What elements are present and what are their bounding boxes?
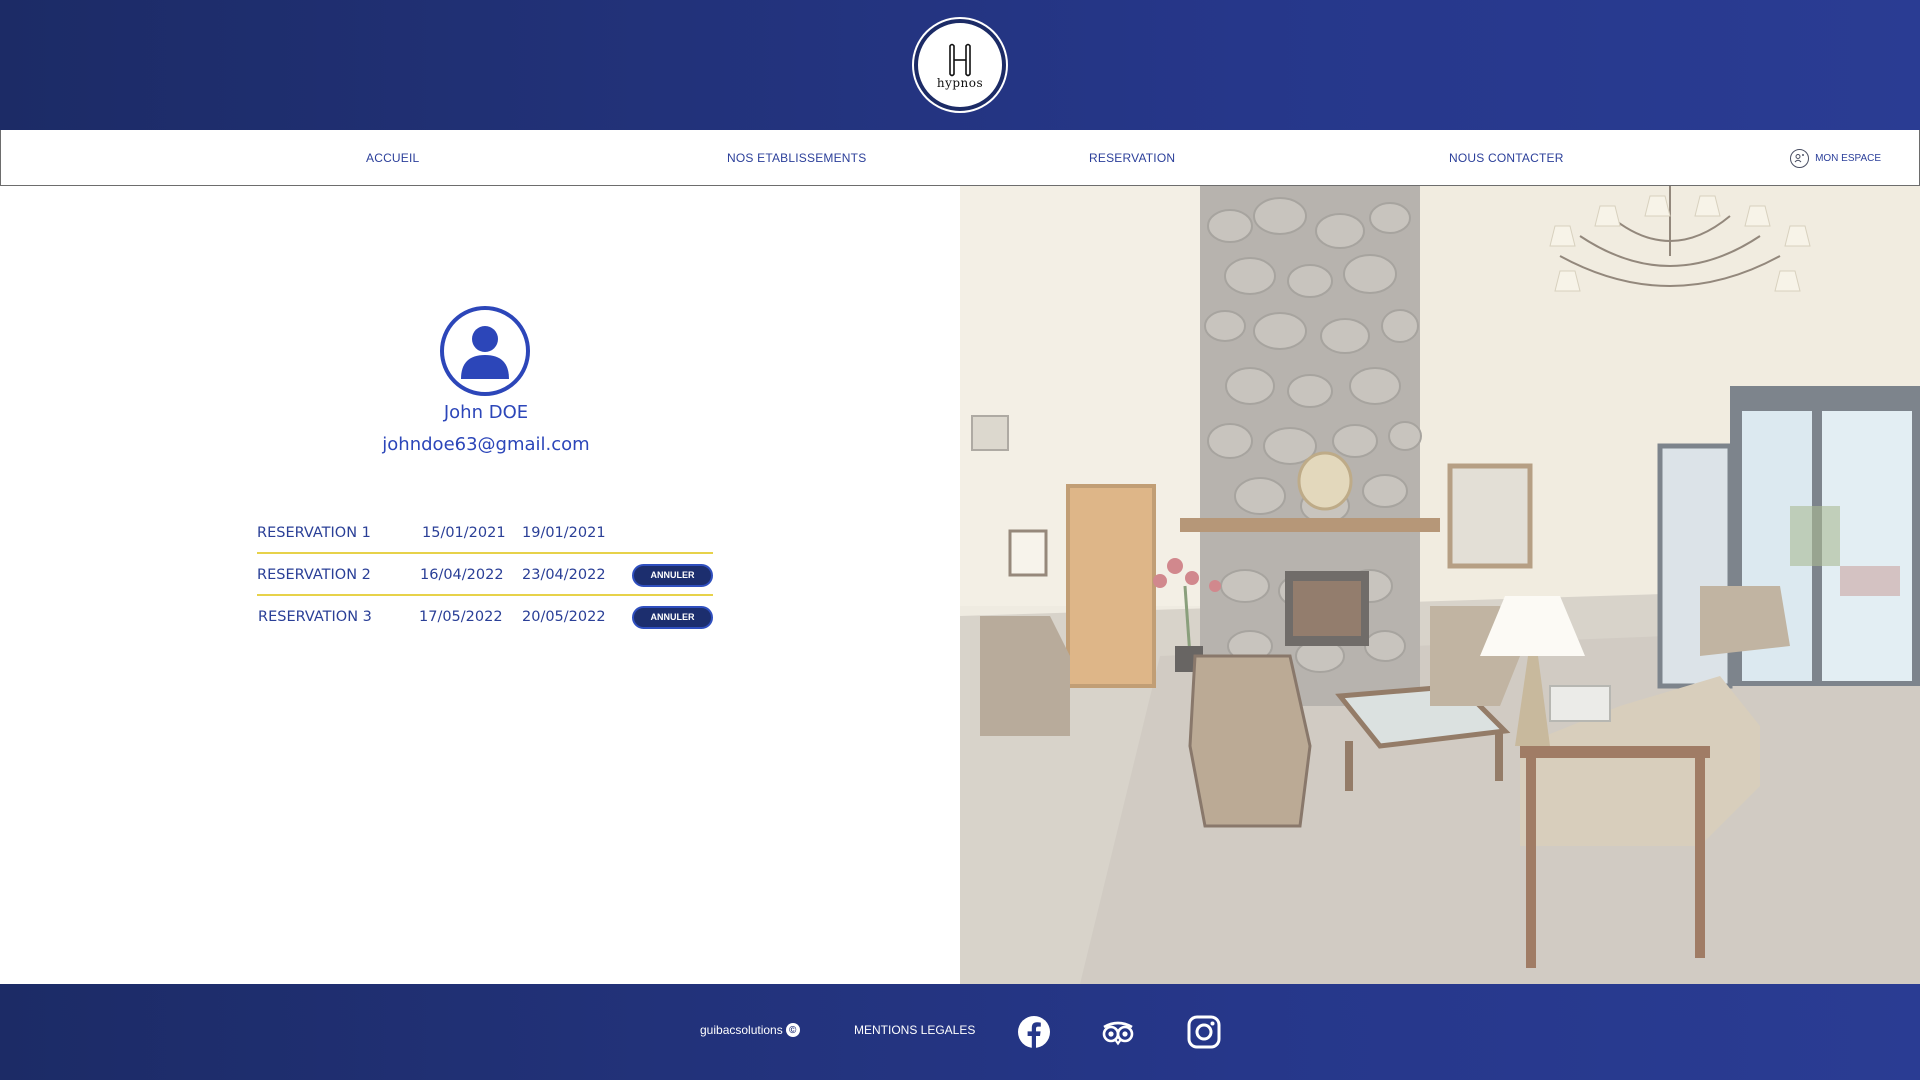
- hypnos-logo[interactable]: hypnos: [914, 19, 1006, 111]
- user-email: johndoe63@gmail.com: [382, 434, 590, 455]
- mon-espace-label: MON ESPACE: [1815, 152, 1881, 164]
- facebook-icon[interactable]: [1016, 1014, 1052, 1050]
- site-header: hypnos: [0, 0, 1920, 130]
- nav-item-reservation[interactable]: RESERVATION: [1089, 130, 1175, 186]
- reservation-end-date: 20/05/2022: [522, 609, 606, 625]
- mentions-legales-link[interactable]: MENTIONS LEGALES: [854, 1023, 975, 1037]
- reservations-list: RESERVATION 1 15/01/2021 19/01/2021 RESE…: [257, 512, 713, 638]
- site-footer: guibacsolutions © MENTIONS LEGALES: [0, 984, 1920, 1080]
- nav-item-nos-etablissements[interactable]: NOS ETABLISSEMENTS: [727, 130, 866, 186]
- cancel-reservation-button[interactable]: ANNULER: [632, 564, 713, 587]
- nav-item-nous-contacter[interactable]: NOUS CONTACTER: [1449, 130, 1564, 186]
- reservation-name: RESERVATION 2: [257, 567, 371, 583]
- hotel-lobby-photo: [960, 186, 1920, 984]
- nav-item-accueil[interactable]: ACCUEIL: [366, 130, 419, 186]
- mon-espace-link[interactable]: MON ESPACE: [1790, 148, 1881, 168]
- reservation-row: RESERVATION 1 15/01/2021 19/01/2021: [257, 512, 713, 554]
- reservation-end-date: 19/01/2021: [522, 525, 606, 541]
- user-name: John DOE: [443, 402, 529, 423]
- reservation-row: RESERVATION 2 16/04/2022 23/04/2022 ANNU…: [257, 554, 713, 596]
- main-navigation: ACCUEIL NOS ETABLISSEMENTS RESERVATION N…: [0, 130, 1920, 186]
- footer-brand-name: guibacsolutions: [700, 1023, 783, 1037]
- reservation-row: RESERVATION 3 17/05/2022 20/05/2022 ANNU…: [257, 596, 713, 638]
- reservation-start-date: 16/04/2022: [420, 567, 504, 583]
- reservation-name: RESERVATION 1: [257, 525, 371, 541]
- reservation-start-date: 17/05/2022: [419, 609, 503, 625]
- cancel-reservation-button[interactable]: ANNULER: [632, 606, 713, 629]
- reservation-start-date: 15/01/2021: [422, 525, 506, 541]
- reservation-end-date: 23/04/2022: [522, 567, 606, 583]
- logo-h-mark-icon: [949, 43, 971, 77]
- user-avatar-icon: [440, 306, 530, 396]
- instagram-icon[interactable]: [1186, 1014, 1222, 1050]
- copyright-icon: ©: [785, 1023, 800, 1037]
- profile-panel: John DOE johndoe63@gmail.com RESERVATION…: [0, 186, 960, 984]
- reservation-name: RESERVATION 3: [258, 609, 372, 625]
- footer-brand: guibacsolutions ©: [700, 1023, 800, 1037]
- tripadvisor-icon[interactable]: [1100, 1014, 1136, 1050]
- account-icon: [1790, 148, 1810, 168]
- logo-text: hypnos: [936, 76, 984, 90]
